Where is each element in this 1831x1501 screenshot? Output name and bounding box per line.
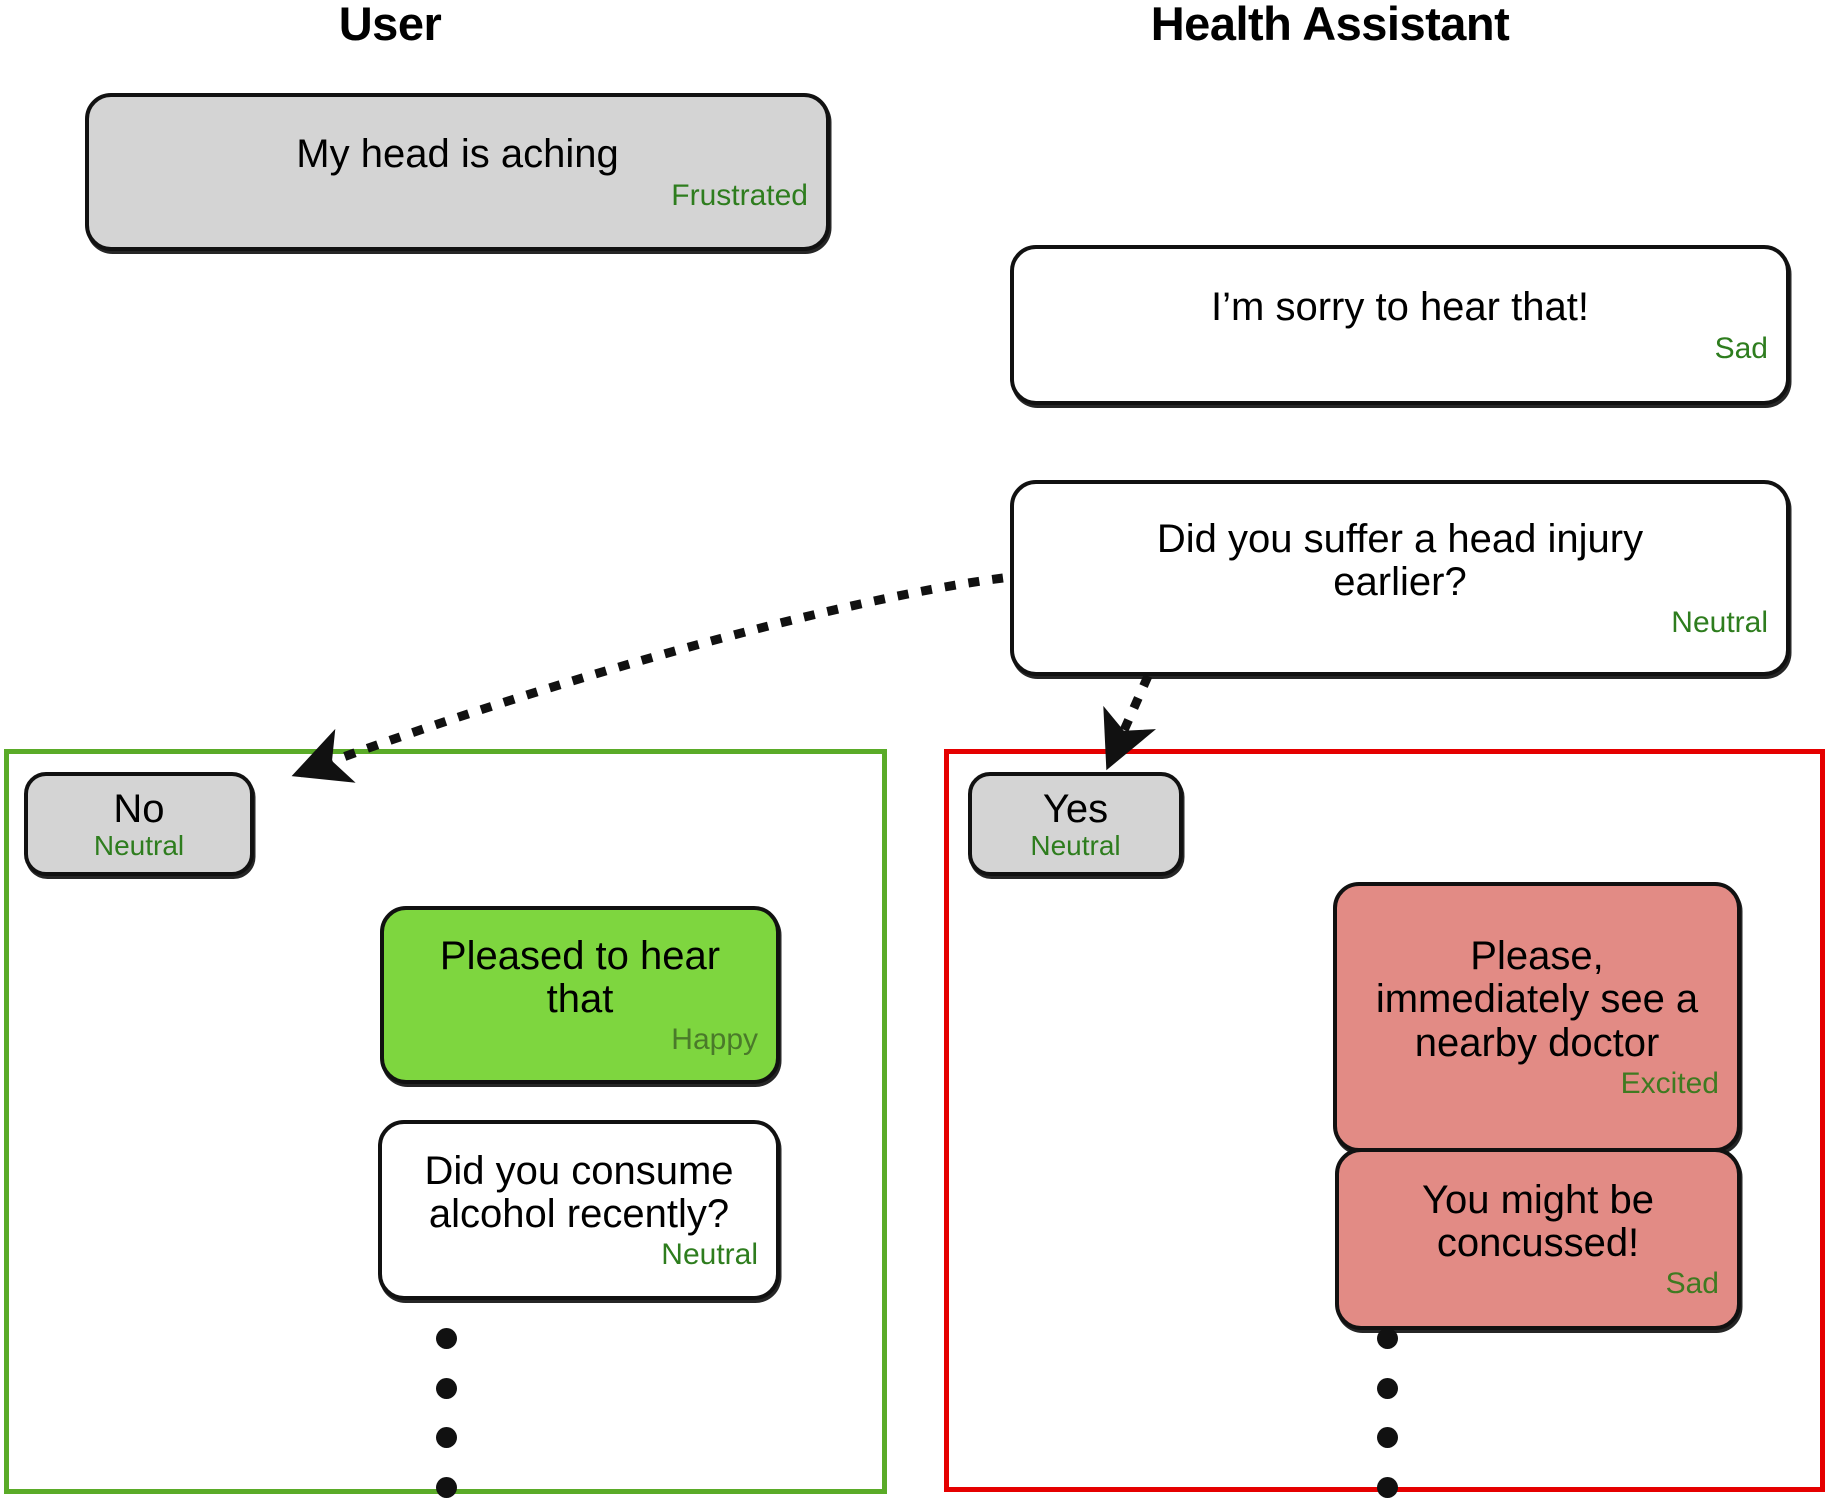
emotion-label: Neutral — [1030, 829, 1121, 861]
ellipsis-dot — [435, 1328, 457, 1349]
message-bubble-answer-yes[interactable]: Yes Neutral — [968, 772, 1183, 876]
emotion-label: Happy — [671, 1023, 758, 1057]
ellipsis-dot — [1376, 1377, 1398, 1399]
ellipsis-dot — [1376, 1328, 1398, 1349]
message-text: My head is aching — [296, 132, 619, 177]
message-text: Did you consume alcohol recently? — [424, 1148, 734, 1236]
message-text: Yes — [1042, 787, 1109, 832]
emotion-label: Neutral — [1671, 606, 1768, 640]
emotion-label: Frustrated — [671, 178, 808, 212]
message-bubble-sorry-to-hear[interactable]: I’m sorry to hear that! Sad — [1010, 245, 1790, 405]
message-text: Pleased to hear that — [439, 933, 721, 1021]
message-text: No — [113, 787, 165, 832]
conversation-continues-ellipsis-right — [1376, 1328, 1398, 1498]
emotion-label: Neutral — [661, 1238, 758, 1272]
message-text: Did you suffer a head injury earlier? — [1156, 516, 1644, 604]
conversation-flow-diagram: User Health Assistant My head is aching … — [0, 0, 1831, 1501]
ellipsis-dot — [1376, 1427, 1398, 1449]
message-bubble-answer-no[interactable]: No Neutral — [24, 772, 254, 876]
message-bubble-head-aching[interactable]: My head is aching Frustrated — [85, 93, 830, 251]
emotion-label: Excited — [1620, 1066, 1719, 1100]
message-bubble-head-injury-question[interactable]: Did you suffer a head injury earlier? Ne… — [1010, 480, 1790, 676]
emotion-label: Neutral — [93, 829, 185, 861]
message-bubble-concussed[interactable]: You might be concussed! Sad — [1335, 1148, 1741, 1330]
column-header-health-assistant: Health Assistant — [1150, 0, 1510, 50]
message-text: You might be concussed! — [1421, 1177, 1655, 1265]
emotion-label: Sad — [1665, 1267, 1719, 1301]
column-header-user: User — [338, 0, 442, 50]
emotion-label: Sad — [1714, 331, 1768, 365]
conversation-continues-ellipsis-left — [435, 1328, 457, 1498]
message-text: Please, immediately see a nearby doctor — [1375, 934, 1699, 1065]
message-bubble-alcohol-question[interactable]: Did you consume alcohol recently? Neutra… — [378, 1120, 780, 1300]
ellipsis-dot — [1376, 1476, 1398, 1498]
ellipsis-dot — [435, 1427, 457, 1449]
message-bubble-pleased-to-hear[interactable]: Pleased to hear that Happy — [380, 906, 780, 1084]
ellipsis-dot — [435, 1377, 457, 1399]
arrow-to-no-branch — [291, 573, 1004, 783]
message-bubble-see-doctor[interactable]: Please, immediately see a nearby doctor … — [1333, 882, 1741, 1152]
message-text: I’m sorry to hear that! — [1211, 285, 1589, 330]
ellipsis-dot — [435, 1476, 457, 1498]
